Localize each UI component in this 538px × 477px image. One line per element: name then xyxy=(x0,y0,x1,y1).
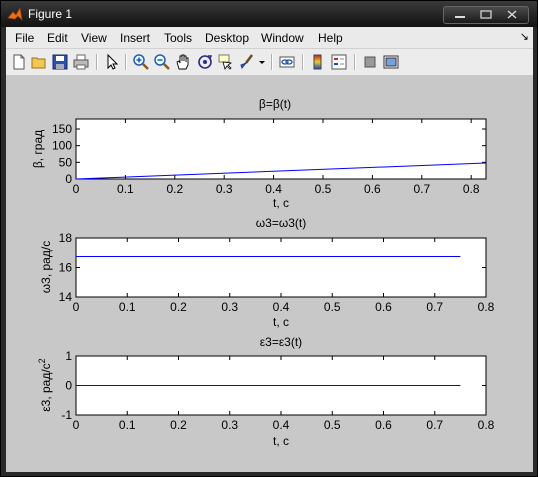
menu-insert[interactable]: Insert xyxy=(120,31,150,45)
save-icon[interactable] xyxy=(51,53,69,71)
menu-window[interactable]: Window xyxy=(261,31,304,45)
menu-desktop[interactable]: Desktop xyxy=(205,31,249,45)
window-controls xyxy=(443,6,529,24)
toolbar-separator xyxy=(354,54,356,70)
link-plot-icon[interactable] xyxy=(278,53,296,71)
print-icon[interactable] xyxy=(72,53,90,71)
x-tick-label: 0.8 xyxy=(478,418,495,432)
subplot-epsilon: ε3=ε3(t) 0 0.1 0.2 0.3 0.4 0.5 0.6 0.7 0.8-101 t… xyxy=(37,335,495,448)
x-tick-label: 0.4 xyxy=(273,418,290,432)
matlab-logo-icon xyxy=(7,7,23,21)
menu-file[interactable]: File xyxy=(15,31,34,45)
x-tick-label: 0.5 xyxy=(324,300,341,314)
x-tick-label: 0.3 xyxy=(221,300,238,314)
hide-plot-tools-icon[interactable] xyxy=(361,53,379,71)
insert-legend-icon[interactable] xyxy=(330,53,348,71)
subplot-title: ε3=ε3(t) xyxy=(260,335,302,349)
x-tick-label: 0.3 xyxy=(216,182,233,196)
plots-svg: β=β(t) 0 0.1 0.2 0.3 0.4 0.5 0.6 0.7 0.805010015… xyxy=(31,97,495,448)
y-tick-label: 14 xyxy=(59,290,73,304)
show-plot-tools-icon[interactable] xyxy=(382,53,400,71)
y-tick-label: 50 xyxy=(59,155,73,169)
edit-plot-arrow-icon[interactable] xyxy=(103,53,121,71)
x-tick-label: 0.6 xyxy=(375,418,392,432)
y-tick-label: 1 xyxy=(65,349,72,363)
x-axis-label: t, c xyxy=(273,315,289,329)
close-icon[interactable] xyxy=(502,10,522,19)
title-bar[interactable]: Figure 1 xyxy=(1,1,537,27)
y-axis-label: β, град xyxy=(31,130,45,168)
figure-toolbar xyxy=(6,49,533,76)
x-tick-label: 0.1 xyxy=(119,418,136,432)
x-tick-label: 0.2 xyxy=(170,418,187,432)
x-tick-label: 0.4 xyxy=(265,182,282,196)
menu-view[interactable]: View xyxy=(81,31,107,45)
y-tick-label: 18 xyxy=(59,231,73,245)
figure-canvas: β=β(t) 0 0.1 0.2 0.3 0.4 0.5 0.6 0.7 0.8 0 50 100 15… xyxy=(6,76,533,472)
x-tick-label: 0.4 xyxy=(273,300,290,314)
minimize-icon[interactable] xyxy=(450,10,470,19)
x-tick-label: 0.8 xyxy=(478,300,495,314)
x-tick-label: 0.6 xyxy=(375,300,392,314)
x-tick-label: 0.2 xyxy=(166,182,183,196)
menu-tools[interactable]: Tools xyxy=(164,31,192,45)
axes-box[interactable] xyxy=(75,118,487,180)
x-tick-label: 0.5 xyxy=(315,182,332,196)
toolbar-separator xyxy=(302,54,304,70)
y-tick-label: 0 xyxy=(65,172,72,186)
y-tick-label: 150 xyxy=(52,122,72,136)
brush-icon[interactable] xyxy=(238,53,256,71)
x-axis-label: t, c xyxy=(273,196,289,210)
x-tick-label: 0.1 xyxy=(117,182,134,196)
x-tick-label: 0.1 xyxy=(119,300,136,314)
x-tick-label: 0 xyxy=(73,182,80,196)
x-tick-label: 0.6 xyxy=(364,182,381,196)
subplot-omega: ω3=ω3(t) 0 0.1 0.2 0.3 0.4 0.5 0.6 0.7 0.8 14 16 18… xyxy=(39,216,495,329)
x-tick-label: 0.5 xyxy=(324,418,341,432)
maximize-icon[interactable] xyxy=(476,10,496,19)
toolbar-separator xyxy=(96,54,98,70)
y-axis-label: ε3, рад/с2 xyxy=(37,358,53,411)
y-tick-label: -1 xyxy=(61,408,72,422)
y-tick-label: 0 xyxy=(65,379,72,393)
x-tick-label: 0.8 xyxy=(463,182,480,196)
menu-bar: File Edit View Insert Tools Desktop Wind… xyxy=(6,27,533,49)
new-figure-icon[interactable] xyxy=(10,53,28,71)
window-title: Figure 1 xyxy=(28,7,73,21)
subplot-title: ω3=ω3(t) xyxy=(256,216,306,230)
x-tick-label: 0.3 xyxy=(221,418,238,432)
figure-window: Figure 1 File Edit View Insert Tools Des… xyxy=(0,0,538,477)
x-tick-label: 0.2 xyxy=(170,300,187,314)
x-tick-label: 0 xyxy=(73,418,80,432)
rotate-3d-icon[interactable] xyxy=(196,53,214,71)
y-tick-label: 100 xyxy=(52,139,72,153)
menu-help[interactable]: Help xyxy=(318,31,343,45)
menu-edit[interactable]: Edit xyxy=(47,31,68,45)
toolbar-separator xyxy=(271,54,273,70)
brush-dropdown-icon[interactable] xyxy=(257,53,267,71)
x-tick-label: 0.7 xyxy=(413,182,430,196)
x-tick-label: 0.7 xyxy=(426,300,443,314)
zoom-in-icon[interactable] xyxy=(132,53,150,71)
toolbar-separator xyxy=(125,54,127,70)
y-tick-label: 16 xyxy=(59,261,73,275)
data-cursor-icon[interactable] xyxy=(217,53,235,71)
x-tick-label: 0 xyxy=(73,300,80,314)
open-file-icon[interactable] xyxy=(30,53,48,71)
x-tick-label: 0.7 xyxy=(426,418,443,432)
subplot-title: β=β(t) xyxy=(259,97,291,111)
x-axis-label: t, c xyxy=(273,434,289,448)
dock-arrow-icon[interactable]: ↘ xyxy=(520,30,529,43)
subplot-beta: β=β(t) 0 0.1 0.2 0.3 0.4 0.5 0.6 0.7 0.805010015… xyxy=(31,97,487,210)
axes-box[interactable] xyxy=(75,237,487,298)
zoom-out-icon[interactable] xyxy=(153,53,171,71)
pan-hand-icon[interactable] xyxy=(174,53,192,71)
y-axis-label: ω3, рад/с xyxy=(39,241,53,293)
insert-colorbar-icon[interactable] xyxy=(309,53,327,71)
